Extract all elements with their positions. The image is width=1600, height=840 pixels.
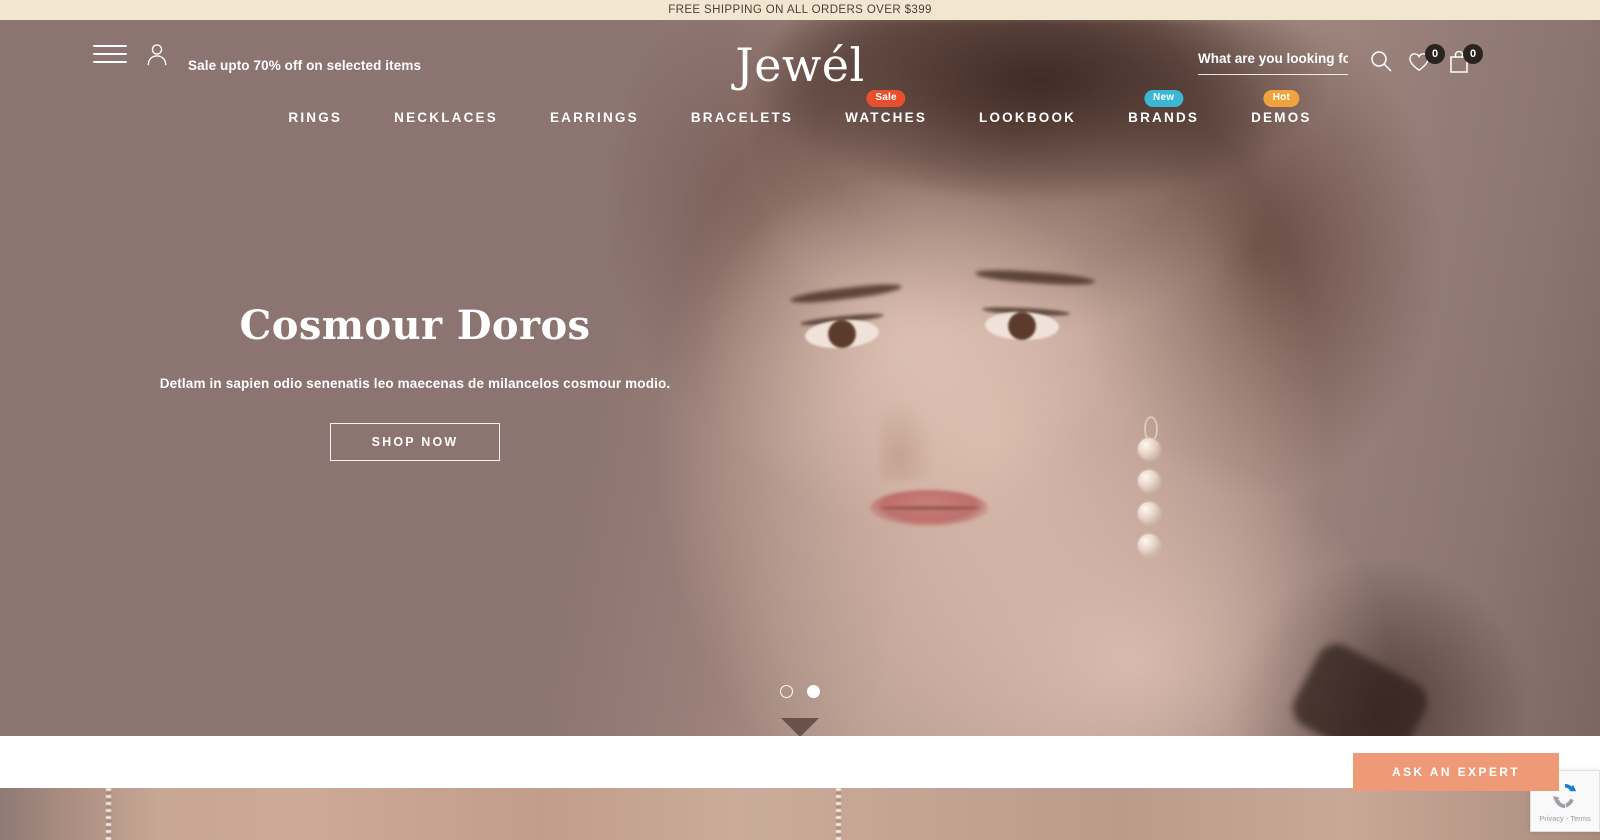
page-root: FREE SHIPPING ON ALL ORDERS OVER $399 Co… — [0, 0, 1600, 840]
next-section-banner — [0, 788, 1600, 840]
nav-item-earrings[interactable]: EARRINGS — [550, 110, 639, 129]
model-dress-strap — [1285, 637, 1435, 736]
nav-badge-hot: Hot — [1263, 90, 1299, 107]
search-field-wrapper — [1198, 50, 1348, 75]
site-logo[interactable]: Jewél — [735, 42, 864, 88]
hero-heading: Cosmour Doros — [239, 302, 591, 349]
nav-item-bracelets[interactable]: BRACELETS — [691, 110, 793, 129]
carousel-dot-2[interactable] — [807, 685, 820, 698]
earring-gem — [1138, 502, 1160, 524]
nav-item-watches[interactable]: Sale WATCHES — [845, 90, 928, 129]
model-lip-line — [880, 506, 980, 510]
nav-item-label: LOOKBOOK — [979, 110, 1077, 125]
shop-now-label: SHOP NOW — [371, 435, 459, 449]
search-input[interactable] — [1198, 51, 1348, 75]
earring-gem — [1138, 438, 1160, 460]
nav-item-label: BRANDS — [1128, 110, 1200, 125]
model-eyebrow-right — [974, 267, 1096, 288]
nav-badge-sale: Sale — [866, 90, 906, 107]
hamburger-menu-icon[interactable] — [93, 45, 127, 63]
nav-item-label: EARRINGS — [549, 110, 639, 125]
nav-item-lookbook[interactable]: LOOKBOOK — [979, 110, 1076, 129]
ask-an-expert-label: ASK AN EXPERT — [1391, 765, 1521, 779]
user-account-icon[interactable] — [146, 43, 168, 67]
carousel-dots — [780, 685, 820, 698]
necklace-chain — [106, 788, 111, 840]
carousel-dot-1[interactable] — [780, 685, 793, 698]
header-promo-text: Sale upto 70% off on selected items — [188, 58, 422, 73]
wishlist-count-badge: 0 — [1425, 44, 1445, 64]
search-icon[interactable] — [1370, 50, 1392, 72]
hero-subheading: Detlam in sapien odio senenatis leo maec… — [159, 376, 671, 391]
nav-item-label: WATCHES — [845, 110, 928, 125]
nav-item-demos[interactable]: Hot DEMOS — [1251, 90, 1312, 129]
main-navigation: RINGS NECKLACES EARRINGS BRACELETS Sale WATCH… — [0, 90, 1600, 129]
recaptcha-legal-text[interactable]: Privacy - Terms — [1539, 814, 1591, 823]
nav-item-label: NECKLACES — [394, 110, 498, 125]
hero-copy: Cosmour Doros Detlam in sapien odio sene… — [0, 302, 830, 461]
site-header: Sale upto 70% off on selected items Jewé… — [0, 20, 1600, 98]
announcement-bar: FREE SHIPPING ON ALL ORDERS OVER $399 — [0, 0, 1600, 20]
earring-gem — [1138, 534, 1160, 556]
nav-item-label: DEMOS — [1251, 110, 1312, 125]
necklace-chain — [836, 788, 841, 840]
nav-item-rings[interactable]: RINGS — [288, 110, 342, 129]
earring-product — [1136, 416, 1162, 566]
shop-now-button[interactable]: SHOP NOW — [330, 423, 500, 461]
earring-gem — [1138, 470, 1160, 492]
nav-item-brands[interactable]: New BRANDS — [1128, 90, 1200, 129]
nav-item-necklaces[interactable]: NECKLACES — [394, 110, 498, 129]
nav-item-label: RINGS — [288, 110, 343, 125]
nav-item-label: BRACELETS — [690, 110, 794, 125]
announcement-text: FREE SHIPPING ON ALL ORDERS OVER $399 — [668, 4, 932, 16]
cart-count-badge: 0 — [1463, 44, 1483, 64]
ask-an-expert-button[interactable]: ASK AN EXPERT — [1353, 753, 1559, 791]
hero-bottom-notch — [781, 718, 819, 736]
nav-badge-new: New — [1144, 90, 1184, 107]
model-nose — [880, 400, 936, 480]
